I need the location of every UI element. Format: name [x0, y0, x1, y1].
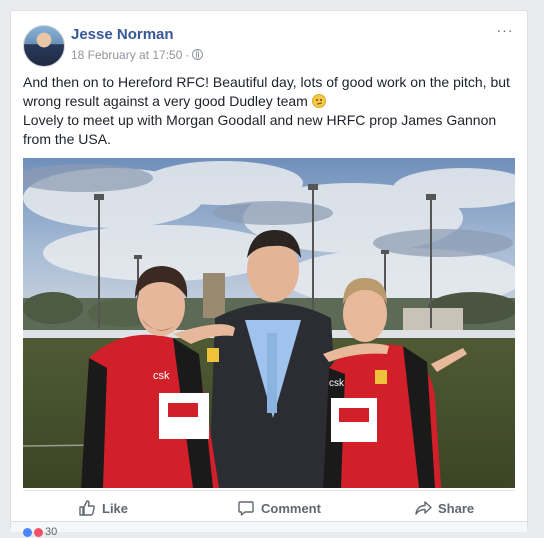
photo-illustration: csk csk	[23, 158, 515, 488]
reactions-summary[interactable]: 30	[23, 526, 57, 538]
slightly-frowning-face-emoji	[311, 94, 326, 108]
comment-label: Comment	[261, 500, 321, 516]
like-button[interactable]: Like	[78, 498, 128, 518]
post-header: Jesse Norman 18 February at 17:50 · ···	[23, 23, 515, 67]
post-text-line-2: Lovely to meet up with Morgan Goodall an…	[23, 112, 497, 147]
share-icon	[415, 501, 432, 515]
author-name[interactable]: Jesse Norman	[71, 26, 174, 43]
post-card: Jesse Norman 18 February at 17:50 · ··· A…	[10, 10, 528, 538]
reactions-bar: 30	[11, 521, 527, 538]
kit-sponsor-right: csk	[329, 378, 345, 389]
meta-separator: ·	[185, 48, 190, 62]
globe-icon[interactable]	[192, 49, 204, 60]
comment-button[interactable]: Comment	[237, 498, 321, 518]
kit-sponsor-left: csk	[153, 370, 170, 382]
post-text: And then on to Hereford RFC! Beautiful d…	[23, 73, 518, 149]
author-avatar[interactable]	[23, 25, 65, 67]
post-text-line-1: And then on to Hereford RFC! Beautiful d…	[23, 74, 510, 109]
share-button[interactable]: Share	[414, 498, 474, 518]
post-meta: 18 February at 17:50 ·	[71, 48, 204, 62]
love-reaction-icon	[34, 527, 43, 537]
post-timestamp[interactable]: 18 February at 17:50	[71, 48, 182, 62]
reactions-count: 30	[45, 526, 58, 538]
post-actions: Like Comment Share	[23, 490, 515, 521]
like-reaction-icon	[23, 527, 32, 537]
like-label: Like	[102, 500, 129, 516]
thumbs-up-icon	[79, 500, 95, 516]
share-label: Share	[438, 500, 475, 516]
post-photo[interactable]: csk csk	[23, 158, 515, 488]
more-options-icon[interactable]: ···	[495, 23, 515, 39]
comment-icon	[238, 501, 254, 516]
